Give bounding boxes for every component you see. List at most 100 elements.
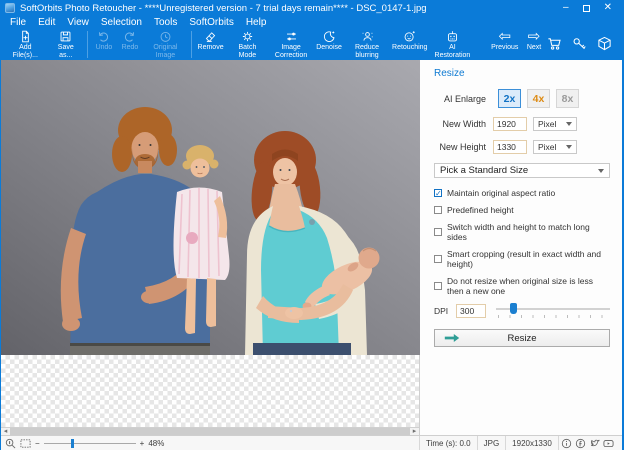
checkbox-icon[interactable]	[434, 282, 442, 290]
arrow-left-icon: ⇦	[498, 28, 512, 45]
sliders-icon	[286, 32, 296, 41]
checkbox-no-upscale[interactable]: Do not resize when original size is less…	[434, 276, 610, 296]
image-correction-button[interactable]: Image Correction	[269, 30, 314, 59]
dimensions-status: 1920x1330	[506, 436, 559, 450]
robot-icon	[447, 31, 457, 42]
crescent-icon	[323, 31, 335, 42]
save-icon	[60, 31, 71, 42]
zoom-slider-handle[interactable]	[71, 438, 75, 448]
horizontal-scrollbar[interactable]: ◂ ▸	[1, 427, 419, 435]
add-file-icon	[22, 30, 29, 43]
menu-help[interactable]: Help	[240, 16, 273, 29]
gear-icon	[242, 31, 253, 42]
arrow-right-icon: ⇨	[527, 28, 541, 45]
minimize-button[interactable]: –	[563, 3, 569, 13]
chevron-down-icon	[598, 168, 604, 173]
ai-enlarge-8x-button: 8x	[556, 89, 579, 108]
checkbox-icon[interactable]	[434, 255, 442, 263]
toolbar-separator	[190, 31, 192, 58]
ai-enlarge-4x-button[interactable]: 4x	[527, 89, 550, 108]
chevron-down-icon	[566, 145, 572, 149]
batch-mode-button[interactable]: Batch Mode	[226, 30, 268, 59]
add-files-button[interactable]: Add File(s)...	[3, 30, 48, 59]
ai-restoration-button[interactable]: AI Restoration	[430, 30, 475, 59]
original-image-button: Original Image	[143, 30, 188, 59]
photo-viewport[interactable]	[1, 60, 420, 355]
zoom-out-button[interactable]: −	[35, 439, 40, 448]
resize-arrow-icon	[444, 333, 460, 343]
redo-button: Redo	[117, 30, 143, 52]
standard-size-select[interactable]: Pick a Standard Size	[434, 163, 610, 178]
previous-button[interactable]: ⇦ Previous	[489, 28, 522, 52]
ai-enlarge-2x-button[interactable]: 2x	[498, 89, 521, 108]
new-height-label: New Height	[439, 142, 486, 152]
save-as-button[interactable]: Save as...	[48, 30, 84, 59]
transparent-canvas-area	[1, 355, 419, 427]
checkbox-smart-cropping[interactable]: Smart cropping (result in exact width an…	[434, 249, 610, 269]
maximize-button[interactable]	[582, 4, 590, 12]
app-icon	[5, 3, 15, 13]
title-bar: SoftOrbits Photo Retoucher - ****Unregis…	[1, 0, 622, 16]
redo-icon	[125, 32, 135, 42]
info-icon[interactable]	[561, 438, 572, 449]
denoise-button[interactable]: Denoise	[314, 30, 345, 52]
next-button[interactable]: ⇨ Next	[521, 28, 547, 52]
undo-button: Undo	[91, 30, 117, 52]
checkbox-switch-width-height[interactable]: Switch width and height to match long si…	[434, 222, 610, 242]
menu-selection[interactable]: Selection	[95, 16, 148, 29]
menu-view[interactable]: View	[61, 16, 95, 29]
fit-to-screen-icon[interactable]	[20, 438, 31, 449]
time-status: Time (s): 0.0	[420, 436, 478, 450]
new-width-label: New Width	[442, 119, 486, 129]
menu-tools[interactable]: Tools	[148, 16, 183, 29]
width-unit-select[interactable]: Pixel	[533, 117, 577, 131]
family-photo	[1, 60, 420, 355]
zoom-in-button[interactable]: +	[140, 439, 145, 448]
scroll-right-arrow[interactable]: ▸	[410, 428, 419, 435]
scrollbar-thumb[interactable]	[10, 428, 410, 435]
remove-button[interactable]: Remove	[195, 30, 226, 52]
resize-panel: Resize AI Enlarge 2x 4x 8x New Width Pix…	[420, 60, 622, 435]
chevron-down-icon	[566, 122, 572, 126]
height-unit-select[interactable]: Pixel	[533, 140, 577, 154]
facebook-icon[interactable]	[575, 438, 586, 449]
slider-ticks	[498, 315, 608, 318]
window-title: SoftOrbits Photo Retoucher - ****Unregis…	[20, 2, 427, 14]
new-width-input[interactable]	[493, 117, 527, 131]
zoom-percent: 48%	[148, 438, 165, 448]
zoom-actual-icon[interactable]	[5, 438, 16, 449]
cart-icon[interactable]	[547, 36, 562, 51]
checkbox-maintain-aspect[interactable]: ✓ Maintain original aspect ratio	[434, 188, 610, 198]
app-window: SoftOrbits Photo Retoucher - ****Unregis…	[0, 0, 624, 450]
undo-icon	[99, 32, 109, 42]
menu-file[interactable]: File	[4, 16, 32, 29]
zoom-slider[interactable]	[43, 438, 136, 448]
youtube-icon[interactable]	[603, 438, 614, 449]
checkbox-icon[interactable]	[434, 206, 442, 214]
reduce-blurring-button[interactable]: Reduce blurring	[345, 30, 390, 59]
checkbox-icon[interactable]	[434, 228, 442, 236]
eraser-icon	[205, 32, 216, 43]
checkbox-predefined-height[interactable]: Predefined height	[434, 205, 610, 215]
menu-edit[interactable]: Edit	[32, 16, 61, 29]
history-clock-icon	[160, 31, 171, 42]
slider-handle[interactable]	[509, 303, 517, 314]
format-status: JPG	[478, 436, 507, 450]
menu-softorbits[interactable]: SoftOrbits	[183, 16, 239, 29]
panel-title: Resize	[434, 68, 465, 79]
checkbox-icon[interactable]: ✓	[434, 189, 442, 198]
retouching-button[interactable]: Retouching	[389, 30, 429, 52]
twitter-icon[interactable]	[589, 438, 600, 449]
new-height-input[interactable]	[493, 140, 527, 154]
dpi-input[interactable]	[456, 304, 486, 318]
package-icon[interactable]	[597, 36, 612, 51]
ai-enlarge-label: AI Enlarge	[443, 93, 486, 104]
resize-button[interactable]: Resize	[434, 329, 610, 347]
close-button[interactable]: ✕	[604, 3, 612, 13]
person-dots-icon	[362, 32, 373, 41]
toolbar: Add File(s)... Save as... Undo Redo Orig…	[1, 29, 622, 60]
dpi-slider[interactable]	[496, 303, 610, 319]
image-canvas[interactable]: ◂ ▸	[1, 60, 420, 435]
scroll-left-arrow[interactable]: ◂	[1, 428, 10, 435]
key-icon[interactable]	[572, 36, 587, 51]
